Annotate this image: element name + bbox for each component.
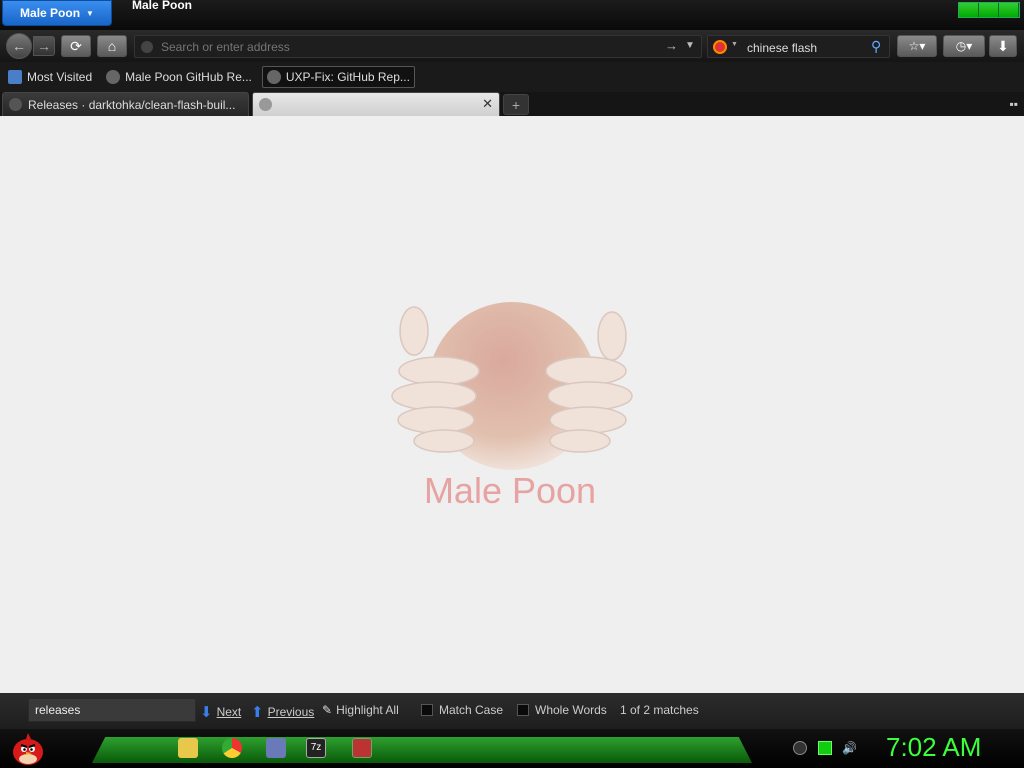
highlighter-icon: ✎ — [322, 703, 333, 717]
close-tab-icon[interactable]: ✕ — [482, 96, 493, 112]
minimize-button[interactable] — [959, 3, 979, 17]
address-input[interactable] — [159, 39, 639, 55]
highlight-all-label: Highlight All — [336, 703, 399, 717]
search-bar[interactable]: ▼ ⚲ — [707, 35, 890, 58]
file-explorer-icon[interactable] — [178, 738, 198, 758]
tab-releases[interactable]: Releases · darktohka/clean-flash-buil... — [2, 92, 249, 116]
bookmark-label: UXP-Fix: GitHub Rep... — [285, 70, 410, 84]
match-case-checkbox[interactable]: Match Case — [421, 703, 503, 717]
bookmarks-toolbar: Most Visited Male Poon GitHub Re... UXP-… — [0, 62, 1024, 92]
window-controls[interactable] — [958, 2, 1020, 18]
search-icon[interactable]: ⚲ — [871, 38, 881, 55]
highlight-all-button[interactable]: ✎ Highlight All — [322, 703, 399, 717]
chrome-icon[interactable] — [222, 738, 242, 758]
address-bar[interactable]: → ▼ — [134, 35, 702, 58]
github-icon — [9, 98, 22, 111]
globe-icon — [106, 70, 121, 84]
network-icon[interactable] — [818, 741, 832, 755]
find-next-label: Next — [216, 705, 242, 719]
bookmark-male-poon-github[interactable]: Male Poon GitHub Re... — [102, 66, 256, 88]
chevron-down-icon: ▼ — [86, 8, 94, 18]
tab-active-blank[interactable]: ✕ — [252, 92, 500, 116]
start-button-angry-bird-icon[interactable] — [8, 731, 46, 767]
bookmark-uxp-fix-github[interactable]: UXP-Fix: GitHub Rep... — [261, 66, 415, 88]
bookmark-most-visited[interactable]: Most Visited — [4, 66, 96, 88]
find-next-button[interactable]: ⬇ Next — [200, 703, 241, 721]
new-tab-button[interactable]: + — [503, 94, 529, 115]
title-bar: Male Poon ▼ Male Poon — [0, 0, 1024, 30]
arrow-down-icon: ⬇ — [200, 704, 213, 721]
volume-icon[interactable]: 🔊 — [842, 741, 857, 755]
find-status: 1 of 2 matches — [620, 703, 699, 717]
download-arrow-icon: ⬇ — [997, 37, 1009, 54]
bookmark-label: Most Visited — [27, 70, 93, 84]
back-button[interactable]: ← — [6, 33, 32, 59]
close-window-button[interactable] — [999, 3, 1019, 17]
page-content: Male Poon — [0, 116, 1024, 693]
back-arrow-icon: ← — [12, 38, 26, 54]
whole-words-label: Whole Words — [535, 703, 607, 717]
seven-zip-icon[interactable]: 7z — [306, 738, 326, 758]
browser-taskbar-icon[interactable] — [352, 738, 372, 758]
search-input[interactable] — [745, 40, 865, 56]
find-input[interactable] — [28, 698, 196, 722]
window-title: Male Poon — [132, 0, 193, 12]
tab-groups-icon[interactable]: ▪▪ — [1009, 97, 1018, 111]
plus-icon: + — [511, 96, 521, 113]
brand-text: Male Poon — [423, 470, 597, 511]
history-dropdown-icon[interactable]: ▼ — [685, 40, 695, 51]
most-visited-icon — [8, 70, 22, 84]
find-previous-button[interactable]: ⬆ Previous — [251, 703, 314, 721]
globe-icon — [259, 98, 272, 111]
bookmarks-menu-button[interactable]: ☆▾ — [897, 35, 937, 57]
app-icon[interactable] — [266, 738, 286, 758]
tab-strip: Releases · darktohka/clean-flash-buil...… — [0, 92, 1024, 116]
clock[interactable]: 7:02 AM — [886, 732, 981, 763]
tray-arrow-icon[interactable] — [793, 741, 807, 755]
history-menu-button[interactable]: ◷▾ — [943, 35, 985, 57]
reload-icon: ⟳ — [70, 37, 82, 54]
bookmark-label: Male Poon GitHub Re... — [125, 70, 252, 84]
navigation-toolbar: ← → ⟳ ⌂ → ▼ ▼ ⚲ ☆▾ ◷▾ ⬇ — [0, 30, 1024, 62]
checkbox-icon — [421, 704, 433, 716]
match-case-label: Match Case — [439, 703, 504, 717]
maximize-button[interactable] — [979, 3, 999, 17]
app-menu-button[interactable]: Male Poon ▼ — [2, 0, 112, 26]
reload-button[interactable]: ⟳ — [61, 35, 91, 57]
engine-dropdown-icon[interactable]: ▼ — [731, 41, 738, 48]
tab-label: Releases · darktohka/clean-flash-buil... — [28, 97, 236, 112]
globe-icon — [266, 70, 281, 84]
taskbar: 7z 🔊 7:02 AM — [0, 729, 1024, 768]
clock-icon: ◷▾ — [955, 39, 973, 53]
forward-button[interactable]: → — [33, 36, 55, 56]
app-menu-label: Male Poon — [20, 6, 81, 20]
checkbox-icon — [517, 704, 529, 716]
bookmark-star-icon: ☆▾ — [908, 39, 926, 53]
find-previous-label: Previous — [267, 705, 315, 719]
home-icon: ⌂ — [107, 38, 117, 54]
home-button[interactable]: ⌂ — [97, 35, 127, 57]
downloads-button[interactable]: ⬇ — [989, 35, 1017, 57]
find-bar: ⬇ Next ⬆ Previous ✎ Highlight All Match … — [0, 693, 1024, 729]
go-arrow-icon[interactable]: → — [665, 38, 678, 53]
search-engine-icon[interactable] — [713, 40, 727, 54]
arrow-up-icon: ⬆ — [251, 704, 264, 721]
forward-arrow-icon: → — [37, 38, 51, 54]
whole-words-checkbox[interactable]: Whole Words — [517, 703, 607, 717]
site-identity-icon — [141, 41, 153, 53]
